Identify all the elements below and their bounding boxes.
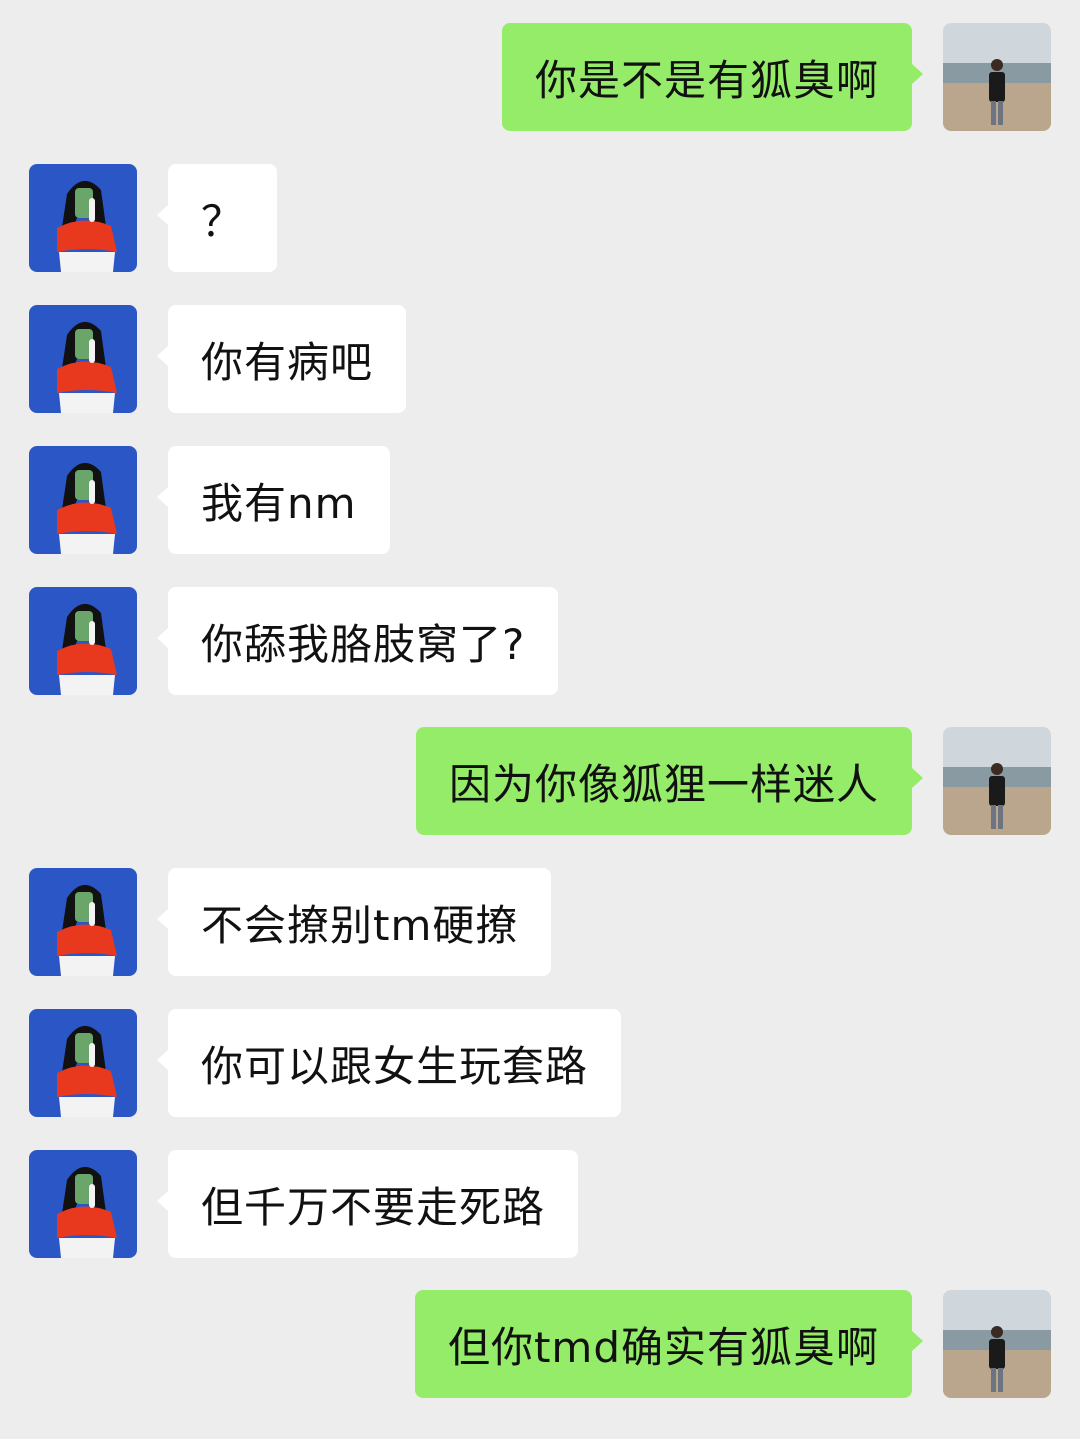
bubble-tail <box>157 908 169 930</box>
message-row-incoming: 我有nm <box>29 446 1051 554</box>
message-text: 你是不是有狐臭啊 <box>534 55 879 105</box>
contact-avatar[interactable] <box>29 868 137 976</box>
illustrated-woman-avatar-icon <box>29 446 137 554</box>
illustrated-woman-avatar-icon <box>29 1150 137 1258</box>
message-row-outgoing: 但你tmd确实有狐臭啊 <box>29 1290 1051 1398</box>
message-row-incoming: 你可以跟女生玩套路 <box>29 1009 1051 1117</box>
message-bubble-incoming[interactable]: ？ <box>157 164 278 272</box>
message-text: 因为你像狐狸一样迷人 <box>448 759 879 809</box>
bubble-tail <box>911 1330 923 1352</box>
message-bubble-incoming[interactable]: 你有病吧 <box>157 305 407 413</box>
beach-photo-avatar-icon <box>943 23 1051 131</box>
message-bubble-outgoing[interactable]: 因为你像狐狸一样迷人 <box>415 727 923 835</box>
message-row-incoming: 不会撩别tm硬撩 <box>29 868 1051 976</box>
message-text: 但你tmd确实有狐臭啊 <box>447 1322 879 1372</box>
contact-avatar[interactable] <box>29 305 137 413</box>
bubble-tail <box>157 627 169 649</box>
illustrated-woman-avatar-icon <box>29 1009 137 1117</box>
bubble-tail <box>157 1190 169 1212</box>
message-bubble-incoming[interactable]: 我有nm <box>157 446 390 554</box>
message-bubble-incoming[interactable]: 你舔我胳肢窝了? <box>157 587 559 695</box>
message-row-outgoing: 你是不是有狐臭啊 <box>29 23 1051 131</box>
contact-avatar[interactable] <box>29 1009 137 1117</box>
message-text: 不会撩别tm硬撩 <box>201 900 519 950</box>
message-text: 但千万不要走死路 <box>201 1182 546 1232</box>
bubble-tail <box>157 1049 169 1071</box>
my-avatar[interactable] <box>943 727 1051 835</box>
message-row-incoming: 你有病吧 <box>29 305 1051 413</box>
beach-photo-avatar-icon <box>943 727 1051 835</box>
illustrated-woman-avatar-icon <box>29 164 137 272</box>
message-text: 你舔我胳肢窝了? <box>201 619 526 669</box>
contact-avatar[interactable] <box>29 164 137 272</box>
illustrated-woman-avatar-icon <box>29 587 137 695</box>
message-row-incoming: ？ <box>29 164 1051 272</box>
contact-avatar[interactable] <box>29 446 137 554</box>
bubble-tail <box>157 486 169 508</box>
message-row-incoming: 但千万不要走死路 <box>29 1150 1051 1258</box>
contact-avatar[interactable] <box>29 1150 137 1258</box>
my-avatar[interactable] <box>943 1290 1051 1398</box>
message-text: 你有病吧 <box>201 337 374 387</box>
message-text: 我有nm <box>201 478 357 528</box>
contact-avatar[interactable] <box>29 587 137 695</box>
message-bubble-outgoing[interactable]: 你是不是有狐臭啊 <box>501 23 923 131</box>
illustrated-woman-avatar-icon <box>29 868 137 976</box>
message-bubble-outgoing[interactable]: 但你tmd确实有狐臭啊 <box>414 1290 923 1398</box>
illustrated-woman-avatar-icon <box>29 305 137 413</box>
message-text: ？ <box>201 196 245 246</box>
message-text: 你可以跟女生玩套路 <box>201 1041 589 1091</box>
message-row-incoming: 你舔我胳肢窝了? <box>29 587 1051 695</box>
bubble-tail <box>157 204 169 226</box>
message-bubble-incoming[interactable]: 你可以跟女生玩套路 <box>157 1009 622 1117</box>
bubble-tail <box>911 767 923 789</box>
message-row-outgoing: 因为你像狐狸一样迷人 <box>29 727 1051 835</box>
message-bubble-incoming[interactable]: 但千万不要走死路 <box>157 1150 579 1258</box>
beach-photo-avatar-icon <box>943 1290 1051 1398</box>
bubble-tail <box>911 63 923 85</box>
message-bubble-incoming[interactable]: 不会撩别tm硬撩 <box>157 868 552 976</box>
bubble-tail <box>157 345 169 367</box>
my-avatar[interactable] <box>943 23 1051 131</box>
